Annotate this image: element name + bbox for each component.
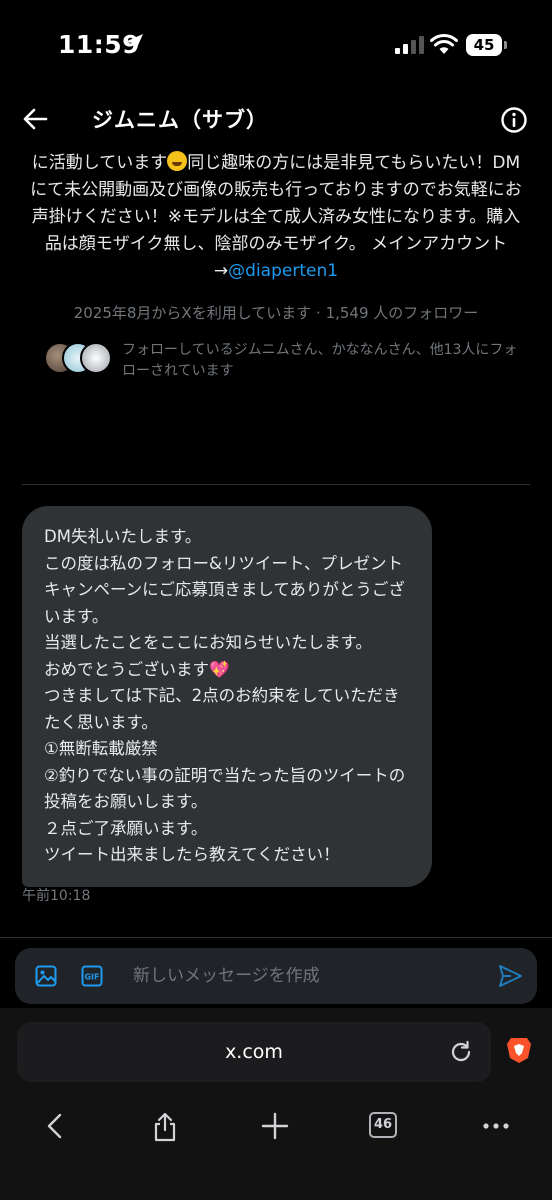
follower-avatars [44, 342, 112, 374]
image-icon[interactable] [35, 965, 57, 987]
chevron-left-icon [47, 1113, 62, 1139]
share-button[interactable] [141, 1102, 189, 1150]
battery-icon: 45 [466, 34, 508, 56]
reload-icon[interactable] [449, 1040, 473, 1064]
signal-icon [395, 36, 424, 54]
wifi-icon [430, 33, 458, 54]
svg-text:GIF: GIF [84, 973, 99, 982]
message-input[interactable] [133, 948, 483, 1004]
message-line: 当選したことをここにお知らせいたします。 [44, 633, 373, 652]
url-text: x.com [225, 1041, 283, 1063]
conversation-header: ジムニム（サブ） [0, 92, 552, 148]
message-line: つきましては下記、2点のお約束をしていただきたく思います。 [44, 686, 400, 732]
divider [0, 937, 552, 938]
status-bar: 11:59 45 [0, 0, 552, 92]
back-button[interactable] [32, 1102, 80, 1150]
plus-icon [261, 1112, 289, 1140]
join-date-followers: 2025年8月からXを利用しています · 1,549 人のフォロワー [73, 304, 479, 322]
bio-text: に活動しています [31, 153, 168, 173]
message-bubble[interactable]: DM失礼いたします。 この度は私のフォロー&リツイート、プレゼントキャンペーンに… [22, 506, 432, 887]
address-bar[interactable]: x.com [17, 1022, 491, 1082]
browser-chrome: x.com 46 [0, 1008, 552, 1200]
gif-icon[interactable]: GIF [81, 965, 103, 987]
message-line: おめでとうございます💖 [44, 659, 230, 679]
divider [22, 484, 530, 485]
location-arrow-icon [125, 34, 143, 52]
new-tab-button[interactable] [251, 1102, 299, 1150]
browser-toolbar: 46 [0, 1102, 552, 1150]
profile-bio: に活動しています 同じ趣味の方には是非見てもらいたい！DMにて未公開動画及び画像の… [30, 150, 522, 285]
followed-by-text: フォローしているジムニムさん、かななんさん、他13人にフォローされています [122, 342, 518, 379]
tabs-button[interactable]: 46 [360, 1102, 408, 1150]
tabs-icon: 46 [369, 1112, 397, 1138]
share-icon [154, 1112, 176, 1142]
grinning-face-emoji-icon [167, 151, 188, 171]
mention-link[interactable]: @diaperten1 [228, 261, 338, 281]
message-line: ①無断転載厳禁 [44, 739, 158, 758]
message-line: ②釣りでない事の証明で当たった旨のツイートの投稿をお願いします。 [44, 765, 406, 812]
message-line: ツイート出来ましたら教えてください！ [44, 845, 340, 864]
send-icon[interactable] [497, 963, 523, 989]
message-timestamp: 午前10:18 [22, 888, 91, 904]
more-icon [483, 1123, 509, 1129]
back-arrow-icon[interactable] [22, 106, 48, 132]
info-icon[interactable] [500, 106, 528, 134]
message-line: DM失礼いたします。 [44, 527, 202, 546]
followed-by-row[interactable]: フォローしているジムニムさん、かななんさん、他13人にフォローされています [44, 340, 524, 384]
more-button[interactable] [472, 1102, 520, 1150]
battery-level: 45 [466, 34, 502, 56]
brave-lion-icon[interactable] [506, 1036, 532, 1064]
message-line: ２点ご了承願います。 [44, 818, 208, 838]
avatar [80, 342, 112, 374]
message-line: この度は私のフォロー&リツイート、プレゼントキャンペーンにご応募頂きましてありが… [44, 553, 405, 626]
conversation-title: ジムニム（サブ） [92, 108, 268, 132]
compose-bar: GIF [15, 948, 537, 1004]
